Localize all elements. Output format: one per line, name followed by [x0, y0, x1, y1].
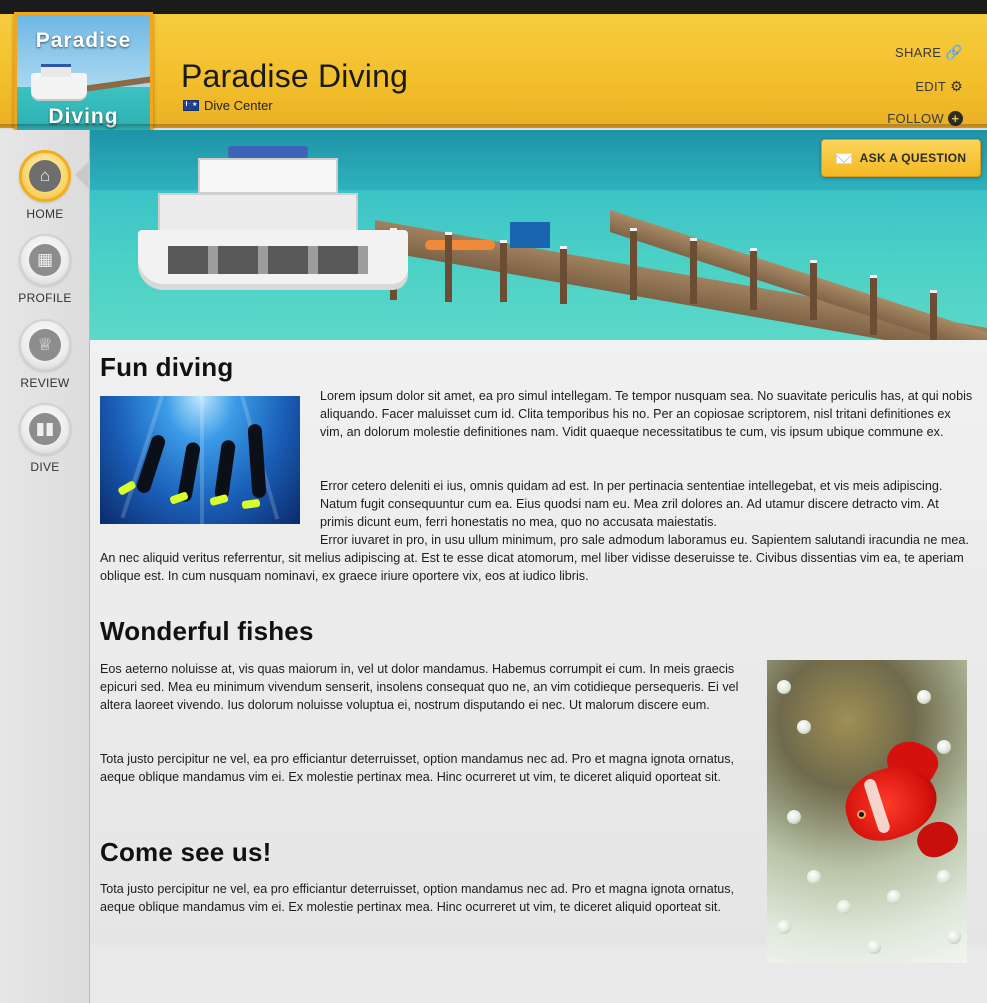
anemone-tentacle — [937, 870, 951, 884]
gear-icon: ⚙ — [950, 78, 963, 94]
boat-windows — [168, 246, 368, 274]
banner-post — [690, 238, 697, 304]
review-nav-circle[interactable]: ♕ — [19, 319, 71, 371]
banner-post — [870, 275, 877, 335]
light-ray — [200, 396, 204, 524]
section-heading-wonderful-fishes: Wonderful fishes — [100, 616, 314, 646]
sidebar-item-profile[interactable]: ▦ PROFILE — [0, 234, 90, 305]
fishes-paragraph-2: Tota justo percipitur ne vel, ea pro eff… — [100, 752, 735, 784]
sidebar-item-label: PROFILE — [18, 291, 72, 305]
diver-fin — [209, 493, 229, 507]
anemone-tentacle — [887, 890, 901, 904]
anemone-tentacle — [787, 810, 801, 824]
home-nav-circle[interactable]: ⌂ — [19, 150, 71, 202]
anemone-tentacle — [937, 740, 951, 754]
diver-silhouette — [213, 439, 237, 501]
logo-boat-graphic — [31, 64, 87, 99]
banner-post — [500, 240, 507, 302]
diver-fin — [241, 498, 261, 510]
sidebar-item-home[interactable]: ⌂ HOME — [0, 150, 90, 221]
divers-photo — [100, 396, 300, 524]
anemone-tentacle — [917, 690, 931, 704]
sidebar-item-label: DIVE — [30, 460, 60, 474]
edit-link[interactable]: EDIT ⚙ — [915, 78, 963, 95]
diver-fin — [169, 491, 189, 505]
fun-diving-paragraph-1: Lorem ipsum dolor sit amet, ea pro simul… — [320, 389, 973, 439]
boat-cabin — [198, 158, 338, 194]
banner-post — [750, 248, 757, 310]
fun-diving-paragraph-3: Error iuvaret in pro, in usu ullum minim… — [100, 533, 969, 583]
home-icon: ⌂ — [29, 160, 61, 192]
banner-boat — [138, 146, 408, 298]
ask-question-button[interactable]: ASK A QUESTION — [821, 139, 981, 177]
page-title: Paradise Diving — [181, 58, 409, 94]
banner-post — [630, 228, 637, 300]
envelope-icon — [835, 152, 852, 164]
australia-flag-icon — [183, 100, 199, 111]
section-heading-come-see-us: Come see us! — [100, 837, 272, 867]
page-subtitle: Dive Center — [183, 98, 273, 113]
banner-post — [810, 260, 817, 320]
ask-question-label: ASK A QUESTION — [859, 151, 967, 165]
share-link[interactable]: SHARE 🔗 — [895, 44, 963, 61]
dive-nav-circle[interactable]: ▮▮ — [19, 403, 71, 455]
anemone-tentacle — [867, 940, 881, 954]
banner-blue-box — [510, 222, 550, 248]
banner-post — [445, 232, 452, 302]
logo-text-line1: Paradise — [35, 29, 132, 52]
scuba-tank-icon: ▮▮ — [29, 413, 61, 445]
anemone-tentacle — [777, 680, 791, 694]
trophy-icon: ♕ — [29, 329, 61, 361]
boat-roof — [228, 146, 308, 158]
clownfish-photo — [767, 660, 967, 963]
section-heading-fun-diving: Fun diving — [100, 352, 234, 382]
sidebar-item-label: REVIEW — [20, 376, 70, 390]
anemone-tentacle — [777, 920, 791, 934]
diver-silhouette — [247, 423, 267, 499]
fish-eye — [857, 810, 866, 819]
come-see-us-paragraph: Tota justo percipitur ne vel, ea pro eff… — [100, 882, 735, 914]
fishes-paragraph-1: Eos aeterno noluisse at, vis quas maioru… — [100, 662, 739, 712]
link-icon: 🔗 — [945, 44, 963, 60]
profile-nav-circle[interactable]: ▦ — [19, 234, 71, 286]
sidebar-nav: ⌂ HOME ▦ PROFILE ♕ REVIEW ▮▮ DIVE — [0, 130, 90, 1003]
subtitle-text: Dive Center — [204, 98, 273, 113]
anemone-tentacle — [837, 900, 851, 914]
sidebar-item-label: HOME — [26, 207, 64, 221]
fun-diving-paragraph-2: Error cetero deleniti ei ius, omnis quid… — [320, 479, 943, 529]
anemone-tentacle — [797, 720, 811, 734]
anemone-tentacle — [947, 930, 961, 944]
page-header: Paradise Diving Paradise Diving Dive Cen… — [0, 12, 987, 148]
sidebar-item-dive[interactable]: ▮▮ DIVE — [0, 403, 90, 474]
edit-label: EDIT — [915, 79, 947, 94]
anemone-tentacle — [807, 870, 821, 884]
sidebar-item-review[interactable]: ♕ REVIEW — [0, 319, 90, 390]
share-label: SHARE — [894, 45, 942, 60]
banner-post — [560, 246, 567, 304]
map-pin-icon: ▦ — [29, 244, 61, 276]
banner-life-ring — [425, 240, 495, 250]
boat-deck — [158, 193, 358, 235]
banner-post — [930, 290, 937, 340]
